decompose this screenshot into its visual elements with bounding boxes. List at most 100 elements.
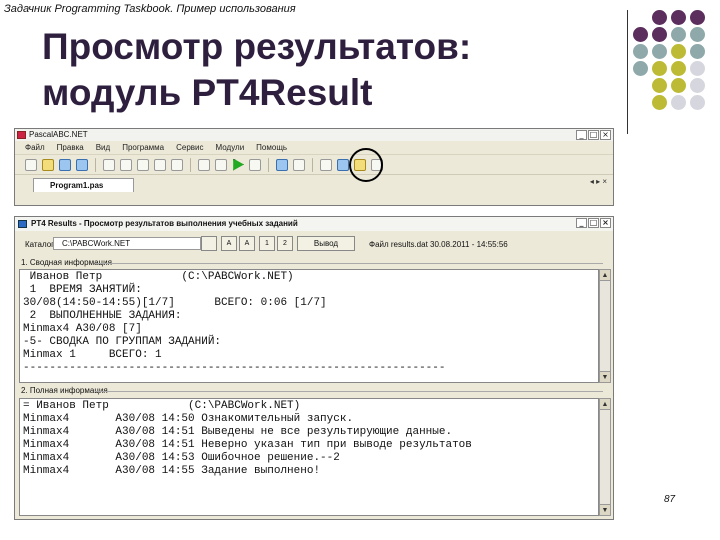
pt4-load-icon[interactable] xyxy=(337,158,349,171)
pt4-title-text: PT4 Results - Просмотр результатов выпол… xyxy=(31,219,298,228)
undo-icon[interactable] xyxy=(154,158,166,171)
pt4-close-button[interactable]: × xyxy=(600,218,611,228)
pt4-maximize-button[interactable]: □ xyxy=(588,218,599,228)
tab-program1[interactable]: Program1.pas xyxy=(33,178,135,192)
editor-tabstrip: Program1.pas ◂ ▸ × xyxy=(15,174,613,192)
details-text[interactable]: = Иванов Петр (C:\PABCWork.NET) Minmax4 … xyxy=(19,398,599,516)
decor-divider xyxy=(627,10,628,134)
save-icon[interactable] xyxy=(59,158,71,171)
pt4-results-window: PT4 Results - Просмотр результатов выпол… xyxy=(14,216,614,520)
step-icon[interactable] xyxy=(198,158,210,171)
task-icon[interactable] xyxy=(320,158,332,171)
decor-dot xyxy=(633,44,648,59)
pt4-app-icon xyxy=(18,220,27,228)
decor-dot xyxy=(671,27,686,42)
decor-dot xyxy=(671,78,686,93)
open-folder-icon[interactable] xyxy=(42,158,54,171)
decor-dot xyxy=(690,61,705,76)
ide-window-controls: _ □ × xyxy=(576,130,611,140)
format-icon[interactable] xyxy=(293,158,305,171)
pt4-minimize-button[interactable]: _ xyxy=(576,218,587,228)
section2-divider xyxy=(95,391,603,392)
decor-dot xyxy=(652,44,667,59)
debug-icon[interactable] xyxy=(276,158,288,171)
menu-service[interactable]: Сервис xyxy=(176,143,203,152)
decor-dot xyxy=(671,10,686,25)
menu-file[interactable]: Файл xyxy=(25,143,45,152)
decor-dot xyxy=(652,27,667,42)
decor-dot xyxy=(633,61,648,76)
folder-button[interactable] xyxy=(201,236,217,251)
details-scrollbar[interactable]: ▲ ▼ xyxy=(599,398,611,516)
decor-dot xyxy=(690,78,705,93)
menu-modules[interactable]: Модули xyxy=(216,143,245,152)
decor-dot xyxy=(690,27,705,42)
decor-dot xyxy=(652,78,667,93)
highlight-circle xyxy=(349,148,383,182)
menu-view[interactable]: Вид xyxy=(96,143,110,152)
catalog-label: Каталог xyxy=(25,240,55,249)
decor-dot xyxy=(652,95,667,110)
save-all-icon[interactable] xyxy=(76,158,88,171)
scroll-down-icon[interactable]: ▼ xyxy=(600,371,610,382)
menu-help[interactable]: Помощь xyxy=(256,143,287,152)
font-decrease-button[interactable]: A xyxy=(221,236,237,251)
stop-icon[interactable] xyxy=(249,158,261,171)
ide-title-text: PascalABC.NET xyxy=(29,130,88,139)
section1-header: 1. Сводная информация xyxy=(15,257,613,269)
menu-program[interactable]: Программа xyxy=(122,143,164,152)
decor-dot xyxy=(690,10,705,25)
section1-divider xyxy=(95,263,603,264)
font-increase-button[interactable]: A xyxy=(239,236,255,251)
tab-scroll-controls[interactable]: ◂ ▸ × xyxy=(590,177,607,186)
decor-dot xyxy=(652,61,667,76)
minimize-button[interactable]: _ xyxy=(576,130,587,140)
redo-icon[interactable] xyxy=(171,158,183,171)
decor-dot xyxy=(633,27,648,42)
pt4-titlebar: PT4 Results - Просмотр результатов выпол… xyxy=(15,217,613,231)
catalog-path-field[interactable]: C:\PABCWork.NET xyxy=(53,237,201,250)
decor-dot xyxy=(690,44,705,59)
pause-icon[interactable] xyxy=(215,158,227,171)
ide-toolbar xyxy=(15,154,613,174)
file-info: Файл results.dat 30.08.2011 - 14:55:56 xyxy=(369,240,508,249)
close-button[interactable]: × xyxy=(600,130,611,140)
title-line-1: Просмотр результатов: xyxy=(42,26,472,67)
toolbar-separator xyxy=(190,157,191,172)
pt4-controls: Каталог C:\PABCWork.NET A A 1 2 Вывод Фа… xyxy=(15,231,613,257)
mode-1-button[interactable]: 1 xyxy=(259,236,275,251)
scroll-down-icon[interactable]: ▼ xyxy=(600,504,610,515)
page-number: 87 xyxy=(664,494,676,505)
decor-dot xyxy=(652,10,667,25)
ide-window: PascalABC.NET _ □ × Файл Правка Вид Прог… xyxy=(14,128,614,206)
decor-dot xyxy=(690,95,705,110)
scroll-up-icon[interactable]: ▲ xyxy=(600,399,610,410)
paste-icon[interactable] xyxy=(137,158,149,171)
cut-icon[interactable] xyxy=(103,158,115,171)
course-caption: Задачник Programming Taskbook. Пример ис… xyxy=(4,3,296,15)
toolbar-separator xyxy=(268,157,269,172)
menu-edit[interactable]: Правка xyxy=(57,143,84,152)
maximize-button[interactable]: □ xyxy=(588,130,599,140)
ide-menubar: Файл Правка Вид Программа Сервис Модули … xyxy=(15,141,613,154)
ide-titlebar: PascalABC.NET _ □ × xyxy=(15,129,613,141)
new-file-icon[interactable] xyxy=(25,158,37,171)
decor-dot-grid xyxy=(633,10,720,120)
summary-scrollbar[interactable]: ▲ ▼ xyxy=(599,269,611,383)
decor-dot xyxy=(671,61,686,76)
app-icon xyxy=(17,131,26,139)
scroll-up-icon[interactable]: ▲ xyxy=(600,270,610,281)
decor-dot xyxy=(671,95,686,110)
toolbar-separator xyxy=(95,157,96,172)
run-icon[interactable] xyxy=(233,158,244,171)
slide-title: Просмотр результатов: модуль PT4Result xyxy=(42,24,471,116)
decor-dot xyxy=(671,44,686,59)
mode-2-button[interactable]: 2 xyxy=(277,236,293,251)
summary-text[interactable]: Иванов Петр (C:\PABCWork.NET) 1 ВРЕМЯ ЗА… xyxy=(19,269,599,383)
section2-header: 2. Полная информация xyxy=(15,385,613,397)
copy-icon[interactable] xyxy=(120,158,132,171)
pt4-window-controls: _ □ × xyxy=(576,218,611,228)
title-line-2: модуль PT4Result xyxy=(42,72,373,113)
toolbar-separator xyxy=(312,157,313,172)
show-button[interactable]: Вывод xyxy=(297,236,355,251)
